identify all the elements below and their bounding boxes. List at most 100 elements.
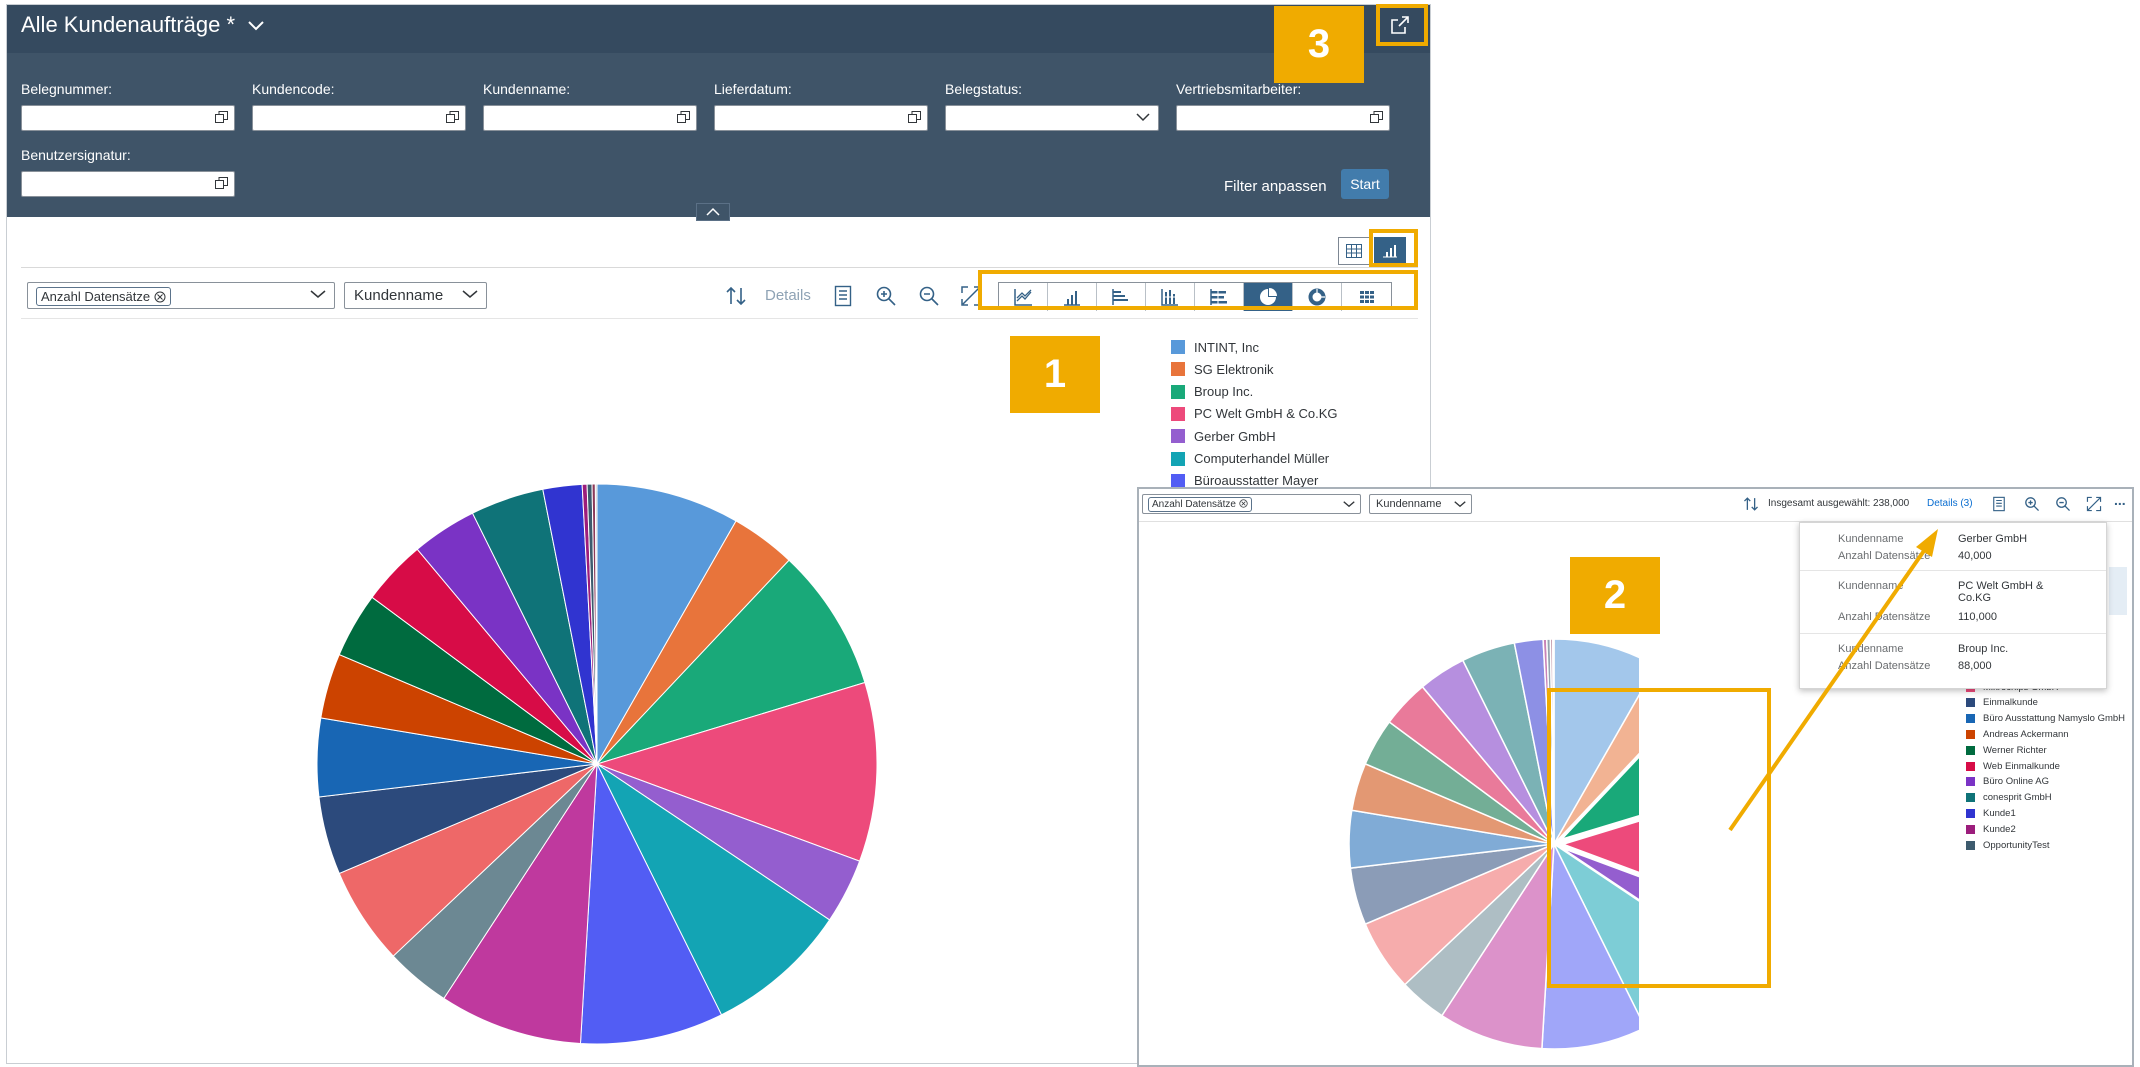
legend-item[interactable]: SG Elektronik	[1171, 359, 1273, 379]
legend-swatch	[1966, 840, 1975, 850]
legend-swatch	[1966, 777, 1975, 787]
legend-item[interactable]: conesprit GmbH	[1966, 790, 2052, 806]
dimension-select[interactable]: Kundenname	[344, 282, 487, 309]
kundenname-input[interactable]	[483, 105, 697, 131]
clear-icon[interactable]	[154, 291, 166, 303]
highlight-share	[1376, 4, 1428, 46]
kundenname-label: Kundenname:	[483, 81, 571, 97]
legend-item[interactable]: OpportunityTest	[1966, 837, 2050, 853]
measure-multiinput[interactable]: Anzahl Datensätze	[1142, 494, 1361, 514]
legend-swatch	[1171, 451, 1185, 466]
chevron-down-icon	[1454, 501, 1466, 508]
vertrieb-label: Vertriebsmitarbeiter:	[1176, 81, 1302, 97]
chevron-down-icon[interactable]	[310, 289, 326, 299]
legend-swatch	[1171, 406, 1185, 421]
divider	[21, 318, 1418, 319]
legend-swatch	[1171, 362, 1185, 377]
lieferdatum-input[interactable]	[714, 105, 928, 131]
chevron-up-icon	[706, 207, 720, 216]
measure-token[interactable]: Anzahl Datensätze	[1148, 497, 1252, 512]
measure-token-text: Anzahl Datensätze	[41, 289, 151, 304]
value-help-icon[interactable]	[908, 111, 921, 123]
zoom-in-icon[interactable]	[875, 285, 897, 307]
dimension-select[interactable]: Kundenname	[1369, 494, 1472, 514]
divider	[21, 267, 1418, 268]
filter-bar: Belegnummer: Kundencode: Kundenname: Lie…	[7, 53, 1430, 217]
marker-2: 2	[1570, 557, 1660, 634]
legend-icon[interactable]	[833, 285, 853, 307]
legend-label: Andreas Ackermann	[1983, 728, 2069, 740]
lieferdatum-label: Lieferdatum:	[714, 81, 792, 97]
legend-label: Computerhandel Müller	[1194, 451, 1330, 466]
legend-label: OpportunityTest	[1983, 839, 2050, 851]
belegstatus-select[interactable]	[945, 105, 1159, 131]
chart-legend: Mikrochips GmbHEinmalkundeBüro Ausstattu…	[1966, 679, 2132, 879]
belegnummer-label: Belegnummer:	[21, 81, 113, 97]
details-link[interactable]: Details (3)	[1927, 498, 1973, 509]
value-help-icon[interactable]	[446, 111, 459, 123]
popover-value: PC Welt GmbH & Co.KG	[1958, 580, 2044, 604]
legend-label: Broup Inc.	[1194, 384, 1254, 400]
legend-item[interactable]: Büro Ausstattung Namyslo GmbH	[1966, 711, 2125, 727]
zoom-in-icon[interactable]	[2024, 496, 2040, 512]
chevron-down-icon[interactable]	[1343, 500, 1355, 508]
legend-label: Web Einmalkunde	[1983, 760, 2060, 772]
legend-item[interactable]: Computerhandel Müller	[1171, 449, 1329, 469]
highlight-chart-types	[978, 270, 1418, 310]
benutzer-input[interactable]	[21, 171, 235, 197]
page-title-text: Alle Kundenaufträge *	[21, 12, 236, 37]
marker-3: 3	[1274, 6, 1364, 83]
chevron-down-icon[interactable]	[247, 20, 265, 32]
legend-item[interactable]: Kunde2	[1966, 821, 2016, 837]
legend-label: Werner Richter	[1983, 744, 2047, 756]
table-view-button[interactable]	[1338, 237, 1370, 265]
legend-item[interactable]: Büro Online AG	[1966, 774, 2049, 790]
dimension-select-value: Kundenname	[354, 287, 444, 304]
legend-label: PC Welt GmbH & Co.KG	[1194, 406, 1338, 422]
filter-adjust-button[interactable]: Filter anpassen	[1224, 178, 1327, 195]
legend-item[interactable]: Einmalkunde	[1966, 695, 2038, 711]
legend-item[interactable]: Werner Richter	[1966, 742, 2047, 758]
legend-label: conesprit GmbH	[1983, 792, 2052, 804]
start-button[interactable]: Start	[1341, 169, 1389, 199]
header-bar: Alle Kundenaufträge *	[7, 5, 1430, 53]
popover-value: 40,000	[1958, 550, 1992, 562]
legend-swatch	[1966, 698, 1975, 708]
legend-item[interactable]: Broup Inc.	[1171, 382, 1253, 402]
legend-item[interactable]: Kunde1	[1966, 805, 2016, 821]
legend-label: Büro Ausstattung Namyslo GmbH	[1983, 713, 2126, 725]
legend-swatch	[1966, 714, 1975, 724]
legend-scroll-area	[2109, 567, 2127, 615]
benutzer-label: Benutzersignatur:	[21, 147, 131, 163]
belegnummer-input[interactable]	[21, 105, 235, 131]
legend-item[interactable]: Web Einmalkunde	[1966, 758, 2060, 774]
legend-icon[interactable]	[1992, 496, 2006, 512]
zoom-out-icon[interactable]	[918, 285, 940, 307]
value-help-icon[interactable]	[677, 111, 690, 123]
value-help-icon[interactable]	[215, 177, 228, 189]
clear-icon[interactable]	[1239, 499, 1248, 508]
vertrieb-input[interactable]	[1176, 105, 1390, 131]
more-button[interactable]: ...	[2114, 492, 2126, 508]
popover-value: Broup Inc.	[1958, 643, 2009, 655]
measure-multiinput[interactable]: Anzahl Datensätze	[27, 282, 335, 309]
legend-item[interactable]: PC Welt GmbH & Co.KG	[1171, 404, 1338, 424]
kundencode-input[interactable]	[252, 105, 466, 131]
zoom-out-icon[interactable]	[2055, 496, 2071, 512]
legend-swatch	[1171, 429, 1185, 444]
measure-token-text: Anzahl Datensätze	[1152, 499, 1236, 510]
legend-label: Kunde2	[1983, 823, 2016, 835]
sort-icon[interactable]	[1743, 496, 1759, 512]
page-title[interactable]: Alle Kundenaufträge *	[21, 12, 265, 38]
fullscreen-icon[interactable]	[2086, 496, 2102, 512]
legend-item[interactable]: Andreas Ackermann	[1966, 726, 2069, 742]
legend-swatch	[1966, 729, 1975, 739]
measure-token[interactable]: Anzahl Datensätze	[36, 287, 171, 306]
legend-item[interactable]: INTINT, Inc	[1171, 337, 1259, 357]
legend-item[interactable]: Gerber GmbH	[1171, 426, 1276, 446]
value-help-icon[interactable]	[1370, 111, 1383, 123]
details-button[interactable]: Details	[765, 287, 811, 304]
sort-icon[interactable]	[725, 285, 747, 307]
value-help-icon[interactable]	[215, 111, 228, 123]
collapse-header-button[interactable]	[696, 203, 730, 221]
